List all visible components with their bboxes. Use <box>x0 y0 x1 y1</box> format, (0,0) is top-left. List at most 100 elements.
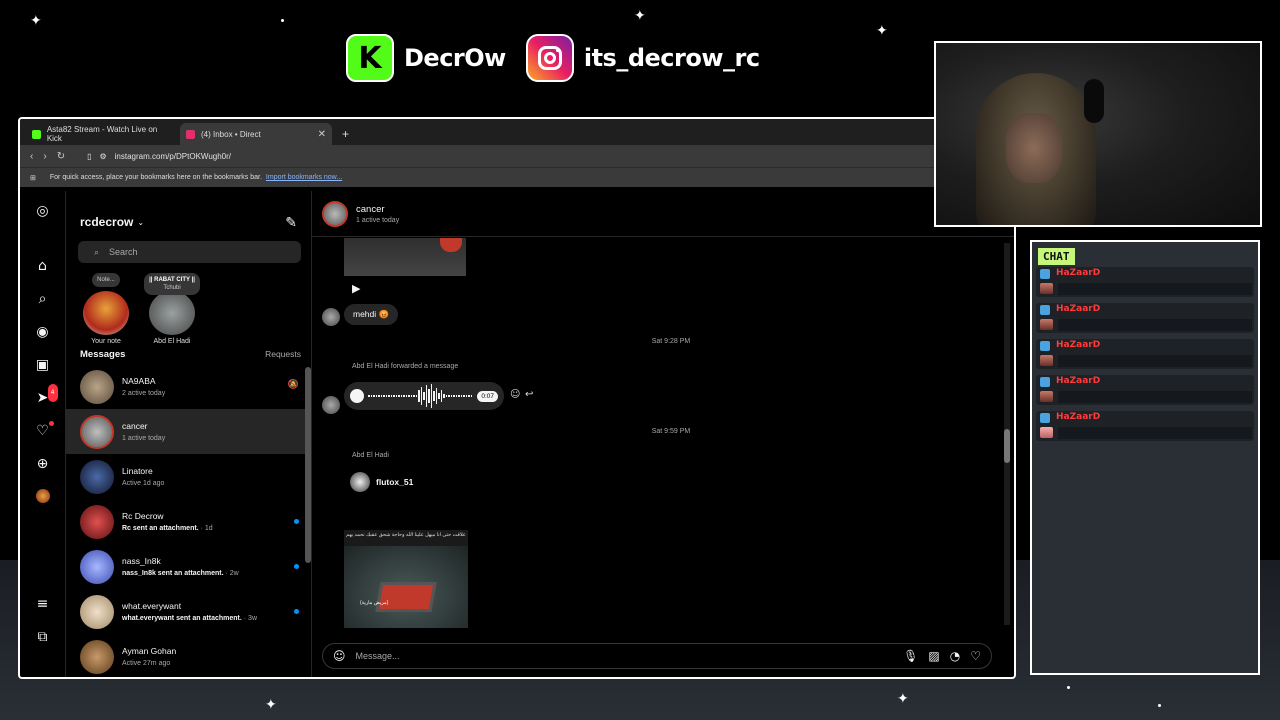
forward-icon[interactable]: › <box>43 151 46 162</box>
avatar <box>149 291 195 335</box>
conversation-name: nass_In8k <box>122 556 161 566</box>
conversation-item[interactable]: what.everywant what.everywant sent an att… <box>66 589 311 634</box>
bookmarks-hint: For quick access, place your bookmarks h… <box>49 174 262 181</box>
forwarded-label: Abd El Hadi forwarded a message <box>352 363 459 370</box>
conversation-name: cancer <box>122 421 148 431</box>
message-bubble: mehdi 😡 <box>344 304 399 325</box>
bookmark-icon[interactable]: ▯ <box>87 152 91 161</box>
chat-status: 1 active today <box>356 216 400 224</box>
tab-bar: Asta82 Stream - Watch Live on Kick (4) I… <box>20 119 1014 145</box>
your-note[interactable]: Note... Your note <box>82 273 130 345</box>
messages-title: Messages <box>80 349 126 360</box>
kick-badge-icon <box>1040 269 1050 279</box>
last-message: Rc sent an attachment. <box>122 525 199 532</box>
kick-logo-icon: K <box>346 34 394 82</box>
explore-icon[interactable]: ◉ <box>35 324 51 340</box>
conversation-status: Active 1d ago <box>122 480 165 487</box>
home-icon[interactable]: ⌂ <box>35 258 51 274</box>
reload-icon[interactable]: ↻ <box>57 151 65 162</box>
reply-icon[interactable]: ↩ <box>525 389 533 400</box>
notes-row: Note... Your note || RABAT CITY || Tchubi… <box>66 263 311 345</box>
tab-label: Asta82 Stream - Watch Live on Kick <box>46 125 158 143</box>
microphone-icon[interactable]: 🎙 <box>903 649 918 663</box>
tab-kick-stream[interactable]: Asta82 Stream - Watch Live on Kick <box>26 123 178 145</box>
conversation-scrollbar[interactable] <box>305 367 311 563</box>
avatar <box>350 472 370 492</box>
conversation-status: 1 active today <box>122 435 166 442</box>
bookmarks-bar: ⊞ For quick access, place your bookmarks… <box>20 167 1014 187</box>
conversation-item[interactable]: nass_In8k nass_In8k sent an attachment. ·… <box>66 544 311 589</box>
stream-chat-panel: CHAT HaZaarD HaZaarD HaZaarD HaZaarD HaZ… <box>1030 240 1260 675</box>
sticker-icon[interactable]: ◔ <box>950 649 960 663</box>
requests-link[interactable]: Requests <box>265 349 301 360</box>
sparkle-icon: ✦ <box>265 697 277 713</box>
chat-avatar[interactable] <box>322 200 348 227</box>
nav-rail: ◎ ⌂ ⌕ ◉ ▣ ➤ 4 ♡ ⊕ ≡ ⧉ <box>20 191 66 677</box>
pause-icon[interactable] <box>350 389 364 403</box>
conversation-items: NA9ABA 2 active today 🔕 cancer 1 active to… <box>66 364 311 677</box>
avatar <box>80 639 114 674</box>
kick-favicon-icon <box>32 129 41 139</box>
conversation-status: Active 27m ago <box>122 660 171 667</box>
message-input[interactable]: Message... <box>356 651 894 661</box>
emoji-icon[interactable]: ☺ <box>333 649 346 663</box>
search-icon: ⌕ <box>94 246 100 257</box>
import-bookmarks-link[interactable]: Import bookmarks now... <box>266 174 342 181</box>
site-info-icon[interactable]: ⚙ <box>99 152 106 161</box>
search-icon[interactable]: ⌕ <box>35 291 51 307</box>
search-input[interactable]: ⌕ Search <box>78 241 301 263</box>
chat-panel: cancer 1 active today ▶ mehdi 😡 Sat 9:28… <box>312 191 1014 677</box>
chat-scrollbar[interactable] <box>1004 243 1010 625</box>
instagram-username: its_decrow_rc <box>583 44 760 72</box>
reels-icon[interactable]: ▣ <box>35 357 51 373</box>
shared-profile-name: flutox_51 <box>376 477 414 487</box>
shared-media-thumbnail[interactable] <box>344 238 466 276</box>
chat-name[interactable]: cancer <box>356 204 399 215</box>
timestamp: Sat 9:28 PM <box>651 338 691 345</box>
shared-profile[interactable]: flutox_51 <box>350 472 413 492</box>
chat-username: HaZaarD <box>1056 340 1101 350</box>
message-composer[interactable]: ☺ Message... 🎙 ▨ ◔ ♡ <box>322 643 992 669</box>
voice-message[interactable]: 0:07 <box>344 382 504 410</box>
profile-avatar[interactable] <box>35 489 51 505</box>
create-icon[interactable]: ⊕ <box>35 456 51 472</box>
conversation-name: Ayman Gohan <box>122 646 177 656</box>
instagram-app: ◎ ⌂ ⌕ ◉ ▣ ➤ 4 ♡ ⊕ ≡ ⧉ rcdecrow ⌄ ✎ ⌕ Sear… <box>20 191 1014 677</box>
notifications-heart-icon[interactable]: ♡ <box>35 421 54 439</box>
tab-instagram-inbox[interactable]: (4) Inbox • Direct ✕ <box>180 123 332 145</box>
chevron-down-icon[interactable]: ⌄ <box>137 218 144 227</box>
heart-icon[interactable]: ♡ <box>970 649 981 663</box>
instagram-icon[interactable]: ◎ <box>35 203 51 219</box>
last-message-time: · 3w <box>241 615 257 622</box>
shared-video-thumbnail[interactable]: علاقت حتى انا ميهل علينا الله وحاجة شحق … <box>344 530 468 628</box>
browser-toolbar: ‹ › ↻ ▯ ⚙ instagram.com/p/DPtOKWugh0r/ <box>20 145 1014 167</box>
friend-note[interactable]: || RABAT CITY || Tchubi Abd El Hadi <box>144 273 200 345</box>
avatar <box>83 291 129 335</box>
messages-icon[interactable]: ➤ 4 <box>35 384 58 406</box>
threads-icon[interactable]: ⧉ <box>35 629 51 645</box>
conversation-item[interactable]: Linatore Active 1d ago <box>66 454 311 499</box>
account-switcher[interactable]: rcdecrow <box>80 215 133 229</box>
apps-grid-icon[interactable]: ⊞ <box>30 174 36 182</box>
conversation-item[interactable]: Ayman Gohan Active 27m ago <box>66 634 311 677</box>
avatar <box>80 414 114 449</box>
last-message-time: · 1d <box>198 525 213 532</box>
address-bar[interactable]: ▯ ⚙ instagram.com/p/DPtOKWugh0r/ <box>87 152 231 161</box>
voice-duration: 0:07 <box>477 390 498 402</box>
image-icon[interactable]: ▨ <box>928 649 939 663</box>
conversation-name: what.everywant <box>122 601 182 611</box>
emote-icon <box>1040 319 1053 330</box>
conversation-item[interactable]: Rc Decrow Rc sent an attachment. · 1d <box>66 499 311 544</box>
more-menu-icon[interactable]: ≡ <box>35 596 51 612</box>
conversation-item-selected[interactable]: cancer 1 active today <box>66 409 311 454</box>
unread-dot <box>294 564 299 569</box>
reel-icon: ▶ <box>352 282 361 295</box>
new-tab-button[interactable]: + <box>334 127 357 145</box>
close-tab-icon[interactable]: ✕ <box>318 129 326 140</box>
back-icon[interactable]: ‹ <box>30 151 33 162</box>
media-caption: علاقت حتى انا ميهل علينا الله وحاجة شحق … <box>346 532 466 538</box>
new-message-icon[interactable]: ✎ <box>285 214 297 231</box>
react-icon[interactable]: ☺ <box>510 389 520 400</box>
conversation-item[interactable]: NA9ABA 2 active today 🔕 <box>66 364 311 409</box>
chat-username: HaZaarD <box>1056 376 1101 386</box>
